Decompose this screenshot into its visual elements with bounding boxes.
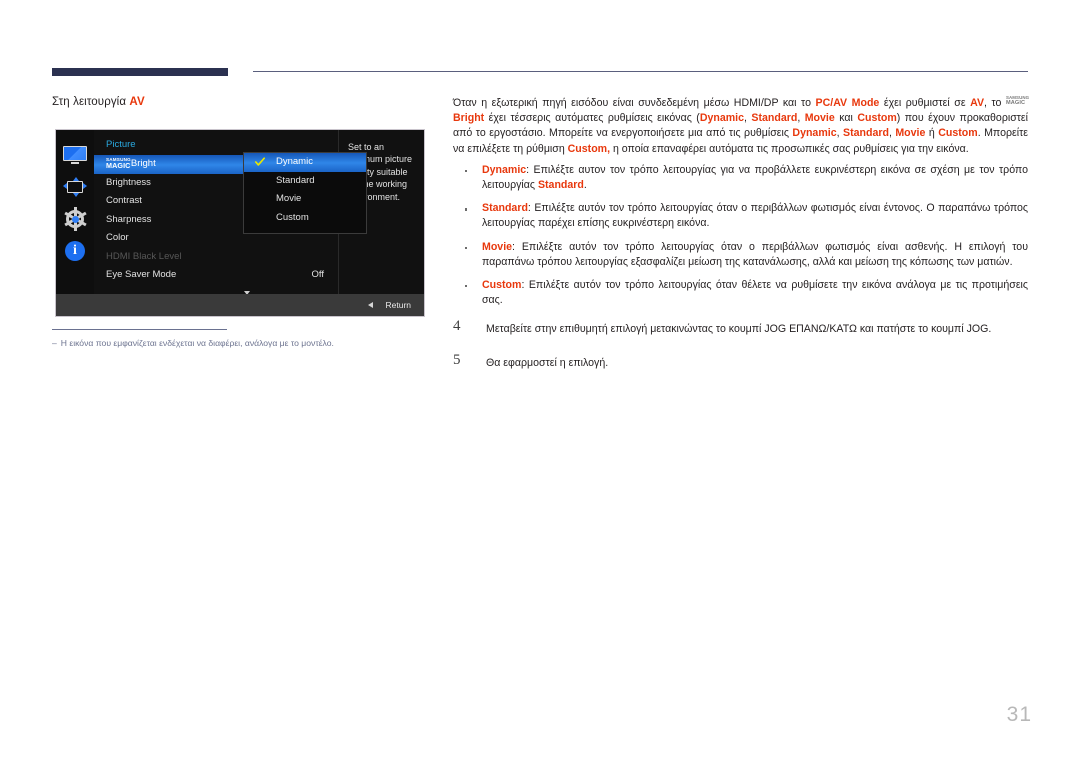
osd-main-pane: Picture SAMSUNG MAGIC Bright Brightness …: [94, 130, 367, 296]
osd-submenu-item-dynamic[interactable]: Dynamic: [244, 153, 366, 172]
osd-submenu-label: Movie: [276, 193, 302, 204]
osd-submenu-label: Dynamic: [276, 156, 313, 167]
header-rule-thin: [253, 71, 1028, 72]
intro-term-custom-3: Custom,: [567, 142, 611, 155]
osd-return-label[interactable]: Return: [385, 300, 411, 310]
osd-title: Picture: [106, 139, 136, 150]
intro-term-custom: Custom: [857, 112, 897, 125]
osd-submenu-item-standard[interactable]: Standard: [244, 172, 366, 191]
osd-submenu-item-movie[interactable]: Movie: [244, 190, 366, 209]
step-number: 5: [453, 351, 461, 368]
intro-paragraph: Όταν η εξωτερική πηγή εισόδου είναι συνδ…: [453, 95, 1030, 157]
monitor-icon[interactable]: [62, 144, 88, 166]
osd-item-label: Sharpness: [106, 213, 152, 225]
intro-term-standard: Standard: [751, 112, 798, 125]
bullet-term: Custom: [482, 279, 522, 292]
check-icon: [255, 156, 265, 166]
step-text: Μεταβείτε στην επιθυμητή επιλογή μετακιν…: [486, 323, 992, 336]
osd-item-label: Contrast: [106, 195, 142, 206]
bullet-term: Standard: [482, 202, 528, 215]
list-item: Dynamic: Επιλέξτε αυτον τον τρόπο λειτου…: [453, 163, 1028, 193]
osd-submenu-item-custom[interactable]: Custom: [244, 209, 366, 228]
header-rule-thick: [52, 68, 228, 76]
intro-text-4: έχει τέσσερις αυτόματες ρυθμίσεις εικόνα…: [484, 112, 700, 125]
page-number: 31: [1006, 703, 1032, 726]
bullet-text: : Επιλέξτε αυτόν τον τρόπο λειτουργίας ό…: [482, 279, 1028, 307]
footnote-dash: ‒: [52, 338, 57, 348]
osd-item-label: HDMI Black Level: [106, 250, 182, 262]
bullet-term-b: Standard: [537, 179, 584, 192]
av-heading-accent: AV: [129, 96, 145, 108]
intro-text-8: η οποία επαναφέρει αυτόματα τις προσωπικ…: [610, 142, 969, 155]
samsung-magic-logo-inline: SAMSUNG MAGIC: [1005, 95, 1030, 106]
osd-item-label: Color: [106, 232, 129, 243]
osd-item-label: Eye Saver Mode: [106, 269, 177, 280]
bullet-text: : Επιλέξτε αυτόν τον τρόπο λειτουργίας ό…: [482, 202, 1028, 230]
bullet-text: : Επιλέξτε αυτόν τον τρόπο λειτουργίας ό…: [482, 240, 1028, 268]
osd-submenu-magicbright: Dynamic Standard Movie Custom: [243, 152, 367, 234]
intro-sep-2: ,: [797, 112, 805, 125]
list-item: Standard: Επιλέξτε αυτόν τον τρόπο λειτο…: [453, 201, 1028, 231]
av-mode-heading: Στη λειτουργία AV: [52, 96, 432, 108]
osd-item-label: Brightness: [106, 176, 151, 188]
osd-menu-screenshot: i Picture SAMSUNG MAGIC Bright Brightnes…: [55, 129, 425, 317]
intro-text-1: Όταν η εξωτερική πηγή εισόδου είναι συνδ…: [453, 97, 816, 109]
bullet-term: Dynamic: [482, 163, 527, 176]
intro-term-bright: Bright: [453, 112, 485, 125]
list-item: Custom: Επιλέξτε αυτόν τον τρόπο λειτουρ…: [453, 278, 1028, 308]
gear-icon[interactable]: [62, 207, 88, 231]
back-arrow-icon[interactable]: [368, 302, 374, 308]
footnote-rule: [52, 329, 227, 330]
osd-item-eye-saver-mode[interactable]: Eye Saver Mode Off: [94, 266, 338, 285]
bullet-term: Movie: [482, 240, 513, 253]
intro-term-movie: Movie: [804, 112, 835, 125]
footnote: ‒ Η εικόνα που εμφανίζεται ενδέχεται να δ…: [52, 337, 432, 350]
osd-submenu-label: Custom: [276, 211, 309, 223]
intro-term-dynamic: Dynamic: [699, 112, 744, 125]
samsung-magic-logo: SAMSUNG MAGIC: [106, 157, 131, 170]
osd-icon-rail: i: [56, 130, 94, 296]
osd-item-value: Off: [311, 269, 325, 280]
footnote-text: Η εικόνα που εμφανίζεται ενδέχεται να δι…: [60, 338, 334, 348]
intro-sep-5: ή: [925, 127, 939, 140]
right-column: Όταν η εξωτερική πηγή εισόδου είναι συνδ…: [453, 95, 1030, 389]
osd-body: i Picture SAMSUNG MAGIC Bright Brightnes…: [56, 130, 424, 296]
intro-term-standard-2: Standard: [843, 127, 889, 140]
intro-text-2: έχει ρυθμιστεί σε: [879, 97, 971, 109]
intro-term-av: AV: [970, 97, 985, 109]
osd-footer-bar: Return: [56, 294, 424, 316]
step-number: 4: [453, 318, 461, 335]
osd-submenu-label: Standard: [276, 174, 315, 186]
av-heading-prefix: Στη λειτουργία: [52, 96, 130, 108]
osd-item-label: Bright: [130, 158, 156, 169]
picture-position-arrows-icon[interactable]: [62, 176, 88, 198]
list-item: 4 Μεταβείτε στην επιθυμητή επιλογή μετακι…: [453, 318, 1028, 337]
mode-bullet-list: Dynamic: Επιλέξτε αυτον τον τρόπο λειτου…: [453, 163, 1028, 309]
intro-term-custom-2: Custom: [938, 127, 978, 140]
left-column: Στη λειτουργία AV: [52, 96, 432, 118]
procedure-step-list: 4 Μεταβείτε στην επιθυμητή επιλογή μετακι…: [453, 318, 1028, 371]
step-text: Θα εφαρμοστεί η επιλογή.: [486, 356, 609, 369]
list-item: Movie: Επιλέξτε αυτόν τον τρόπο λειτουργ…: [453, 240, 1028, 270]
intro-sep-3: και: [834, 112, 858, 125]
intro-term-pcav: PC/AV Mode: [815, 97, 880, 109]
intro-term-dynamic-2: Dynamic: [792, 127, 837, 140]
bullet-text-b: .: [583, 179, 587, 192]
list-item: 5 Θα εφαρμοστεί η επιλογή.: [453, 351, 1028, 371]
intro-text-3: , το: [984, 97, 1006, 109]
intro-term-movie-2: Movie: [895, 127, 926, 140]
info-icon[interactable]: i: [62, 240, 88, 262]
osd-item-hdmi-black-level: HDMI Black Level: [94, 248, 338, 267]
